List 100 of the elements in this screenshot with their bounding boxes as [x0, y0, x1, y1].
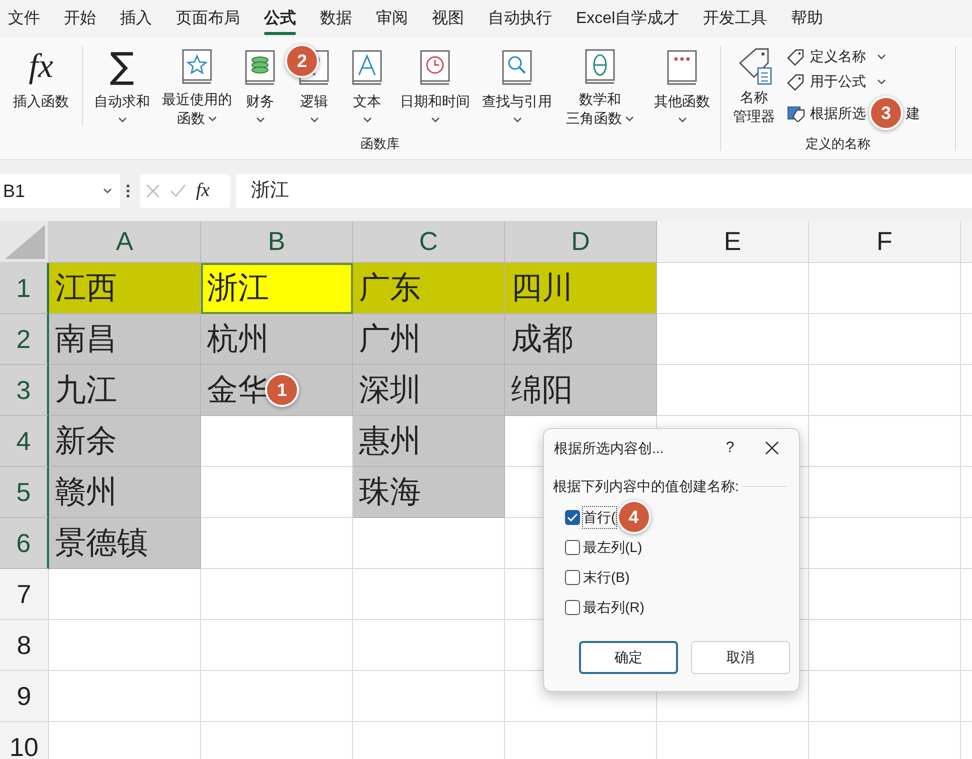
button-label: 自动求和	[94, 92, 150, 111]
ribbon-button[interactable]: 逻辑 2	[287, 46, 341, 128]
table-cell: 浙江	[201, 263, 353, 314]
column-header[interactable]: A	[49, 221, 201, 263]
menu-tab[interactable]: 帮助	[791, 0, 824, 38]
row-header[interactable]: 5	[0, 467, 49, 518]
checkbox[interactable]	[565, 600, 580, 614]
row-header[interactable]: 4	[0, 416, 49, 467]
table-cell: 新余	[49, 416, 201, 467]
column-header[interactable]: B	[201, 221, 353, 263]
caret-icon[interactable]	[362, 117, 372, 123]
row-header[interactable]: 9	[0, 671, 49, 722]
table-cell: 深圳	[353, 365, 505, 416]
menu-tab[interactable]: 开始	[64, 0, 96, 38]
table-cell: 九江	[49, 365, 201, 416]
table-cell: 四川	[505, 263, 657, 314]
table-cell: 广州	[353, 314, 505, 365]
menu-tab[interactable]: 审阅	[376, 0, 408, 38]
column-header[interactable]: D	[505, 221, 657, 263]
button-label: 数学和	[579, 90, 621, 109]
tag-icon	[787, 48, 805, 66]
button-label: 查找与引用	[482, 92, 552, 111]
table-cell: 惠州	[353, 416, 505, 467]
button-label: 函数	[177, 109, 205, 128]
row-header[interactable]: 10	[0, 722, 49, 759]
caret-icon[interactable]	[208, 116, 217, 122]
table-cell: 赣州	[49, 467, 201, 518]
name-box[interactable]: B1	[0, 174, 120, 208]
ribbon-button[interactable]: ∑ 自动求和	[83, 46, 161, 128]
button-label: 插入函数	[13, 92, 69, 111]
caret-icon[interactable]	[678, 117, 686, 123]
ribbon-button[interactable]: 其他函数	[643, 46, 721, 128]
ribbon-button[interactable]: 根据所选 3 建	[787, 96, 920, 130]
checkbox[interactable]	[565, 510, 580, 524]
column-header[interactable]: C	[353, 221, 505, 263]
check-icon[interactable]	[170, 184, 186, 198]
checkbox[interactable]	[565, 540, 580, 554]
button-label: 最近使用的	[162, 90, 232, 109]
row-header[interactable]: 3	[0, 365, 49, 416]
caret-icon[interactable]	[625, 116, 634, 122]
ribbon-button[interactable]: 查找与引用	[477, 46, 557, 128]
tag-icon	[787, 72, 805, 90]
caret-icon[interactable]	[877, 78, 886, 84]
menu-tab[interactable]: Excel自学成才	[576, 0, 680, 38]
row-header[interactable]: 7	[0, 569, 49, 620]
checkbox[interactable]	[565, 570, 580, 584]
step-badge: 2	[285, 44, 319, 78]
caret-icon[interactable]	[118, 117, 126, 123]
menu-tab[interactable]: 数据	[320, 0, 352, 38]
formula-field[interactable]: 浙江	[236, 174, 972, 208]
group-label: 函数库	[360, 134, 400, 153]
ribbon-button[interactable]: 文本	[341, 46, 393, 128]
ribbon-button[interactable]: 财务	[233, 46, 287, 128]
menu-tab[interactable]: 文件	[8, 0, 40, 38]
table-tag-icon	[787, 104, 805, 122]
button-label: 文本	[353, 92, 381, 111]
dialog-button[interactable]: 取消	[691, 641, 790, 674]
ribbon-button[interactable]: 数学和 三角函数	[557, 46, 643, 128]
caret-icon[interactable]	[877, 54, 886, 60]
menu-tab[interactable]: 自动执行	[488, 0, 552, 38]
ribbon-button[interactable]: 日期和时间	[393, 46, 477, 128]
caret-icon[interactable]	[310, 117, 318, 123]
insert-function-button[interactable]: fx	[196, 176, 210, 206]
menu-tab[interactable]: 公式	[264, 0, 296, 38]
option-label[interactable]: 最右列(R)	[583, 596, 644, 618]
menu-tab[interactable]: 开发工具	[703, 0, 768, 38]
table-cell: 广东	[353, 263, 505, 314]
table-cell: 江西	[49, 263, 201, 314]
button-label: 其他函数	[654, 92, 710, 111]
button-label: 逻辑	[300, 92, 328, 111]
caret-icon[interactable]	[512, 117, 522, 123]
row-header[interactable]: 1	[0, 263, 49, 314]
option-label[interactable]: 首行(	[583, 506, 616, 528]
group-label: 定义的名称	[806, 134, 870, 153]
more-icon[interactable]	[126, 184, 130, 198]
ribbon-button[interactable]: 名称 管理器	[721, 44, 787, 128]
menu-tab[interactable]: 视图	[432, 0, 464, 38]
button-label: 名称	[740, 88, 768, 107]
dialog-button[interactable]: 确定	[579, 641, 678, 674]
caret-icon[interactable]	[103, 188, 112, 194]
column-header[interactable]: E	[657, 221, 809, 263]
ribbon-button[interactable]: 用于公式	[787, 71, 920, 92]
caret-icon[interactable]	[430, 117, 440, 123]
caret-icon[interactable]	[256, 117, 264, 123]
option-label[interactable]: 末行(B)	[583, 566, 630, 588]
check-icon	[567, 512, 578, 522]
table-cell: 珠海	[353, 467, 505, 518]
row-header[interactable]: 8	[0, 620, 49, 671]
help-button[interactable]: ?	[715, 436, 745, 460]
row-header[interactable]: 2	[0, 314, 49, 365]
option-label[interactable]: 最左列(L)	[583, 536, 642, 558]
menu-tab[interactable]: 插入	[120, 0, 152, 38]
row-header[interactable]: 6	[0, 518, 49, 569]
column-header[interactable]: F	[809, 221, 961, 263]
menu-tab[interactable]: 页面布局	[176, 0, 240, 38]
ribbon-button[interactable]: 定义名称	[787, 46, 920, 67]
ribbon-button[interactable]: fx 插入函数	[0, 46, 82, 128]
function-icon: fx	[28, 50, 54, 84]
ribbon-button[interactable]: 最近使用的 函数	[161, 46, 233, 128]
table-cell: 南昌	[49, 314, 201, 365]
